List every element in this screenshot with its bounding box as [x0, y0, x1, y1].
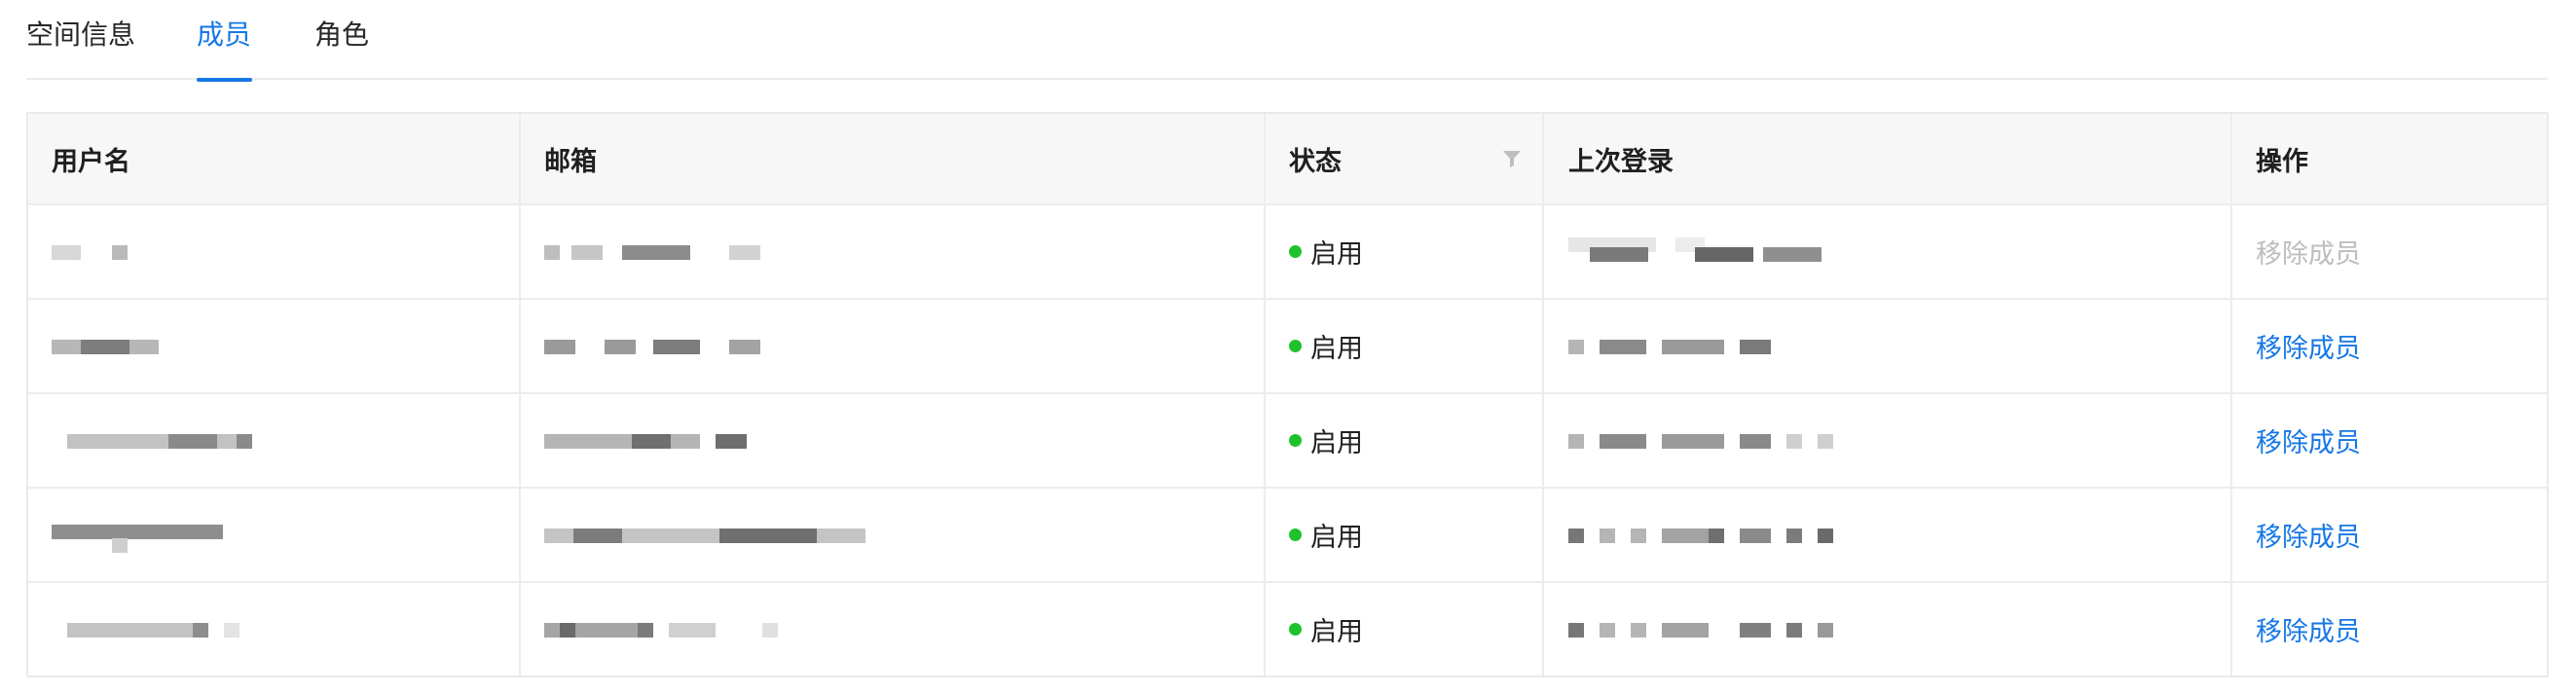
status-cell: 启用	[1266, 583, 1544, 675]
column-header-label: 状态	[1289, 146, 1342, 176]
actions-cell: 移除成员	[2232, 583, 2547, 675]
table-row: 启用 移除成员	[28, 205, 2547, 300]
remove-member-button[interactable]: 移除成员	[2256, 327, 2361, 365]
last-login-cell	[1544, 583, 2232, 675]
table-row: 启用 移除成员	[28, 394, 2547, 489]
table-row: 启用 移除成员	[28, 583, 2547, 675]
status-label: 启用	[1310, 523, 1363, 552]
status-cell: 启用	[1266, 300, 1544, 392]
redacted-username	[52, 521, 246, 553]
redacted-username	[52, 332, 168, 361]
redacted-email	[544, 521, 875, 550]
redacted-email	[544, 426, 778, 456]
status-label: 启用	[1310, 617, 1363, 646]
redacted-last-login	[1568, 426, 1860, 456]
filter-icon[interactable]	[1501, 148, 1523, 169]
column-header-status: 状态	[1266, 114, 1544, 203]
email-cell	[521, 300, 1266, 392]
username-cell	[28, 394, 521, 487]
status-cell: 启用	[1266, 205, 1544, 298]
remove-member-button[interactable]: 移除成员	[2256, 516, 2361, 554]
actions-cell: 移除成员	[2232, 489, 2547, 581]
status-cell: 启用	[1266, 489, 1544, 581]
actions-cell: 移除成员	[2232, 205, 2547, 298]
members-table: 用户名 邮箱 状态 上次登录 操作 启用 移除成员 启用 移除成员 启用 移除成…	[26, 112, 2549, 677]
column-header-label: 操作	[2256, 146, 2308, 176]
status-dot-icon	[1289, 623, 1302, 636]
status-badge: 启用	[1289, 327, 1363, 365]
redacted-email	[544, 332, 778, 361]
username-cell	[28, 300, 521, 392]
redacted-email	[544, 615, 797, 644]
status-dot-icon	[1289, 529, 1302, 541]
status-badge: 启用	[1289, 610, 1363, 648]
email-cell	[521, 394, 1266, 487]
column-header-actions: 操作	[2232, 114, 2547, 203]
column-header-label: 邮箱	[544, 146, 597, 176]
tab-roles[interactable]: 角色	[314, 12, 369, 80]
actions-cell: 移除成员	[2232, 300, 2547, 392]
email-cell	[521, 583, 1266, 675]
redacted-last-login	[1568, 332, 1860, 361]
actions-cell: 移除成员	[2232, 394, 2547, 487]
table-header-row: 用户名 邮箱 状态 上次登录 操作	[28, 114, 2547, 205]
status-label: 启用	[1310, 428, 1363, 457]
last-login-cell	[1544, 394, 2232, 487]
email-cell	[521, 205, 1266, 298]
redacted-last-login	[1568, 615, 1860, 644]
tab-space-info[interactable]: 空间信息	[26, 12, 135, 80]
last-login-cell	[1544, 489, 2232, 581]
redacted-email	[544, 237, 778, 267]
username-cell	[28, 205, 521, 298]
status-dot-icon	[1289, 340, 1302, 352]
redacted-username	[52, 615, 246, 644]
redacted-username	[52, 237, 139, 267]
last-login-cell	[1544, 205, 2232, 298]
remove-member-button[interactable]: 移除成员	[2256, 610, 2361, 648]
username-cell	[28, 583, 521, 675]
status-dot-icon	[1289, 434, 1302, 447]
status-cell: 启用	[1266, 394, 1544, 487]
status-badge: 启用	[1289, 516, 1363, 554]
status-badge: 启用	[1289, 233, 1363, 271]
column-header-last-login: 上次登录	[1544, 114, 2232, 203]
column-header-username: 用户名	[28, 114, 521, 203]
last-login-cell	[1544, 300, 2232, 392]
column-header-label: 上次登录	[1568, 146, 1674, 176]
tab-bar: 空间信息 成员 角色	[26, 0, 2548, 82]
table-row: 启用 移除成员	[28, 300, 2547, 394]
column-header-label: 用户名	[52, 146, 130, 176]
redacted-last-login	[1568, 237, 1860, 267]
remove-member-button[interactable]: 移除成员	[2256, 233, 2361, 271]
status-dot-icon	[1289, 245, 1302, 258]
status-badge: 启用	[1289, 421, 1363, 459]
column-header-email: 邮箱	[521, 114, 1266, 203]
username-cell	[28, 489, 521, 581]
status-label: 启用	[1310, 239, 1363, 269]
status-label: 启用	[1310, 334, 1363, 363]
email-cell	[521, 489, 1266, 581]
redacted-username	[52, 426, 266, 456]
table-row: 启用 移除成员	[28, 489, 2547, 583]
remove-member-button[interactable]: 移除成员	[2256, 421, 2361, 459]
tab-members[interactable]: 成员	[197, 12, 252, 82]
redacted-last-login	[1568, 521, 1860, 550]
